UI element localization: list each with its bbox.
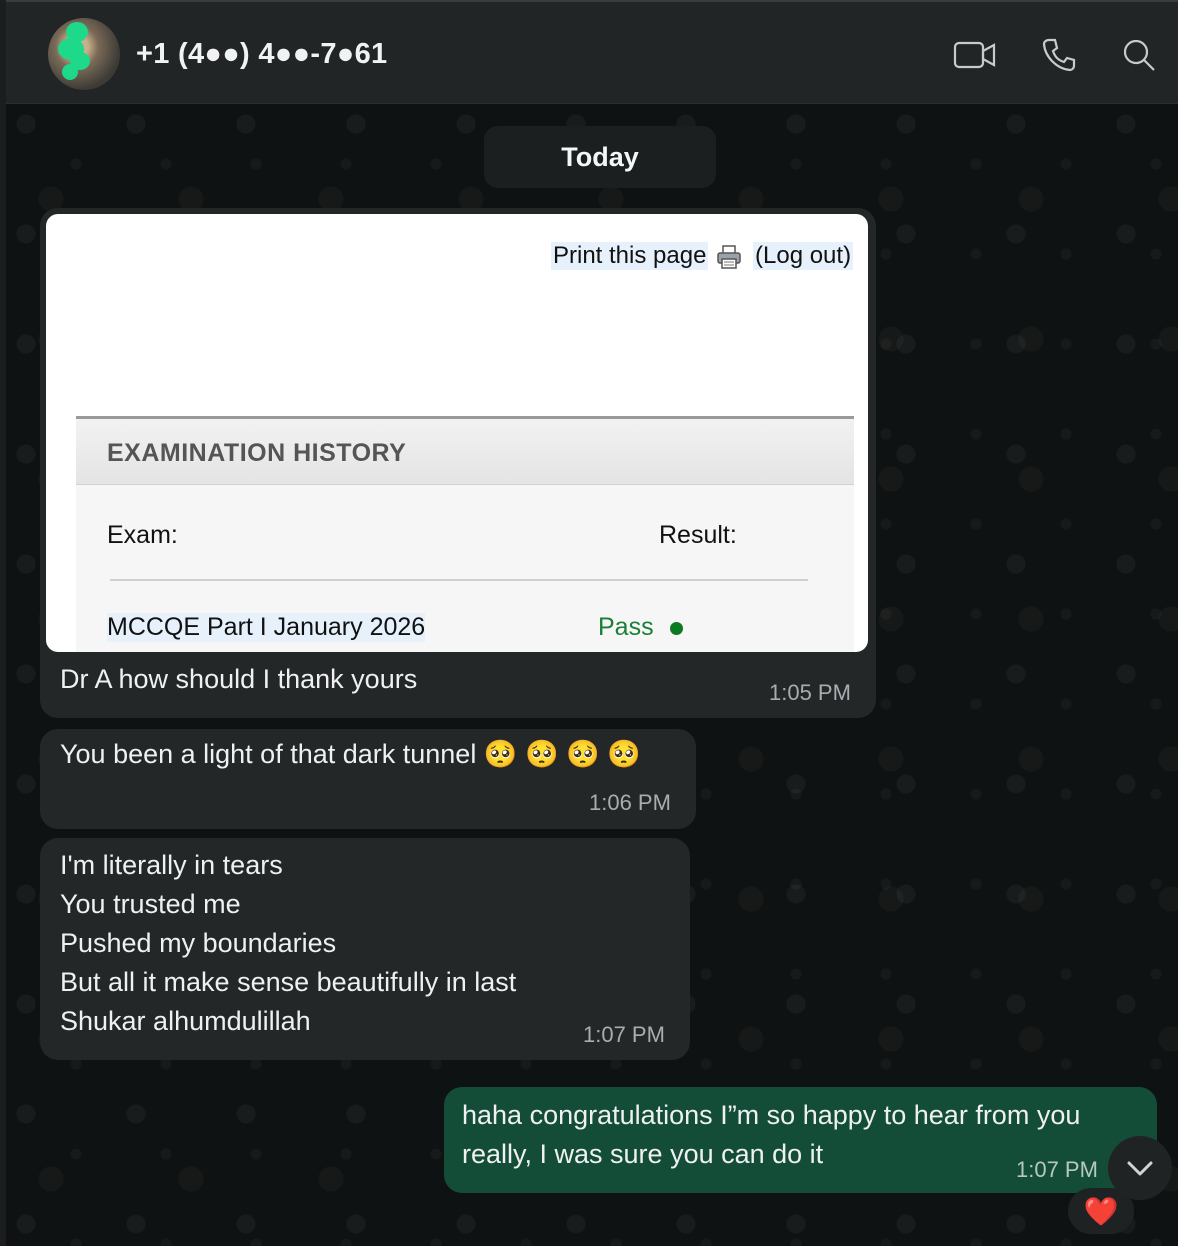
result-column-label: Result: xyxy=(659,521,737,549)
message-line: I'm literally in tears xyxy=(60,850,283,880)
attached-image[interactable]: Print this page (Log out) EXAMINATION HI… xyxy=(46,214,868,652)
exam-history-title: EXAMINATION HISTORY xyxy=(107,439,407,467)
exam-history-header: EXAMINATION HISTORY xyxy=(76,419,854,485)
search-button[interactable] xyxy=(1116,32,1162,78)
heart-icon: ❤️ xyxy=(1083,1195,1119,1227)
chevron-down-icon xyxy=(1127,1161,1153,1176)
message-time: 1:07 PM xyxy=(583,1022,665,1047)
message-line: You trusted me xyxy=(60,889,241,919)
message-time: 1:07 PM xyxy=(1016,1157,1098,1182)
message-bubble-incoming[interactable]: Print this page (Log out) EXAMINATION HI… xyxy=(40,208,876,718)
voice-call-button[interactable] xyxy=(1036,32,1082,78)
print-page-link: Print this page xyxy=(551,242,709,270)
video-call-button[interactable] xyxy=(952,32,998,78)
exam-name: MCCQE Part I January 2026 xyxy=(107,613,426,642)
message-bubble-outgoing[interactable]: haha congratulations I”m so happy to hea… xyxy=(444,1087,1157,1193)
phone-icon xyxy=(1042,38,1076,72)
exam-history-panel: EXAMINATION HISTORY Exam: Result: MCCQE … xyxy=(76,416,854,652)
scroll-to-bottom-button[interactable] xyxy=(1108,1136,1172,1200)
message-bubble-incoming[interactable]: You been a light of that dark tunnel 🥺 🥺… xyxy=(40,729,696,829)
contact-name[interactable]: +1 (4●●) 4●●-7●61 xyxy=(136,38,387,71)
message-line: really, I was sure you can do it xyxy=(462,1139,824,1169)
message-text: You been a light of that dark tunnel 🥺 🥺… xyxy=(60,739,641,769)
pass-status-dot xyxy=(670,622,683,635)
message-bubble-incoming[interactable]: I'm literally in tears You trusted me Pu… xyxy=(40,838,690,1060)
message-line: haha congratulations I”m so happy to hea… xyxy=(462,1100,1081,1130)
message-time: 1:05 PM xyxy=(769,680,851,705)
message-line: But all it make sense beautifully in las… xyxy=(60,967,517,997)
search-icon xyxy=(1123,39,1155,71)
chat-header: +1 (4●●) 4●●-7●61 xyxy=(6,0,1178,104)
printer-icon xyxy=(717,245,741,269)
logout-link: (Log out) xyxy=(753,242,854,270)
avatar[interactable] xyxy=(48,18,120,90)
date-separator: Today xyxy=(484,126,716,188)
message-time: 1:06 PM xyxy=(589,790,671,815)
message-line: Pushed my boundaries xyxy=(60,928,337,958)
exam-result: Pass xyxy=(598,613,654,641)
message-text: Dr A how should I thank yours xyxy=(60,664,418,694)
message-line: Shukar alhumdulillah xyxy=(60,1006,311,1036)
video-camera-icon xyxy=(953,41,996,69)
exam-column-label: Exam: xyxy=(107,521,178,549)
divider xyxy=(110,579,808,581)
